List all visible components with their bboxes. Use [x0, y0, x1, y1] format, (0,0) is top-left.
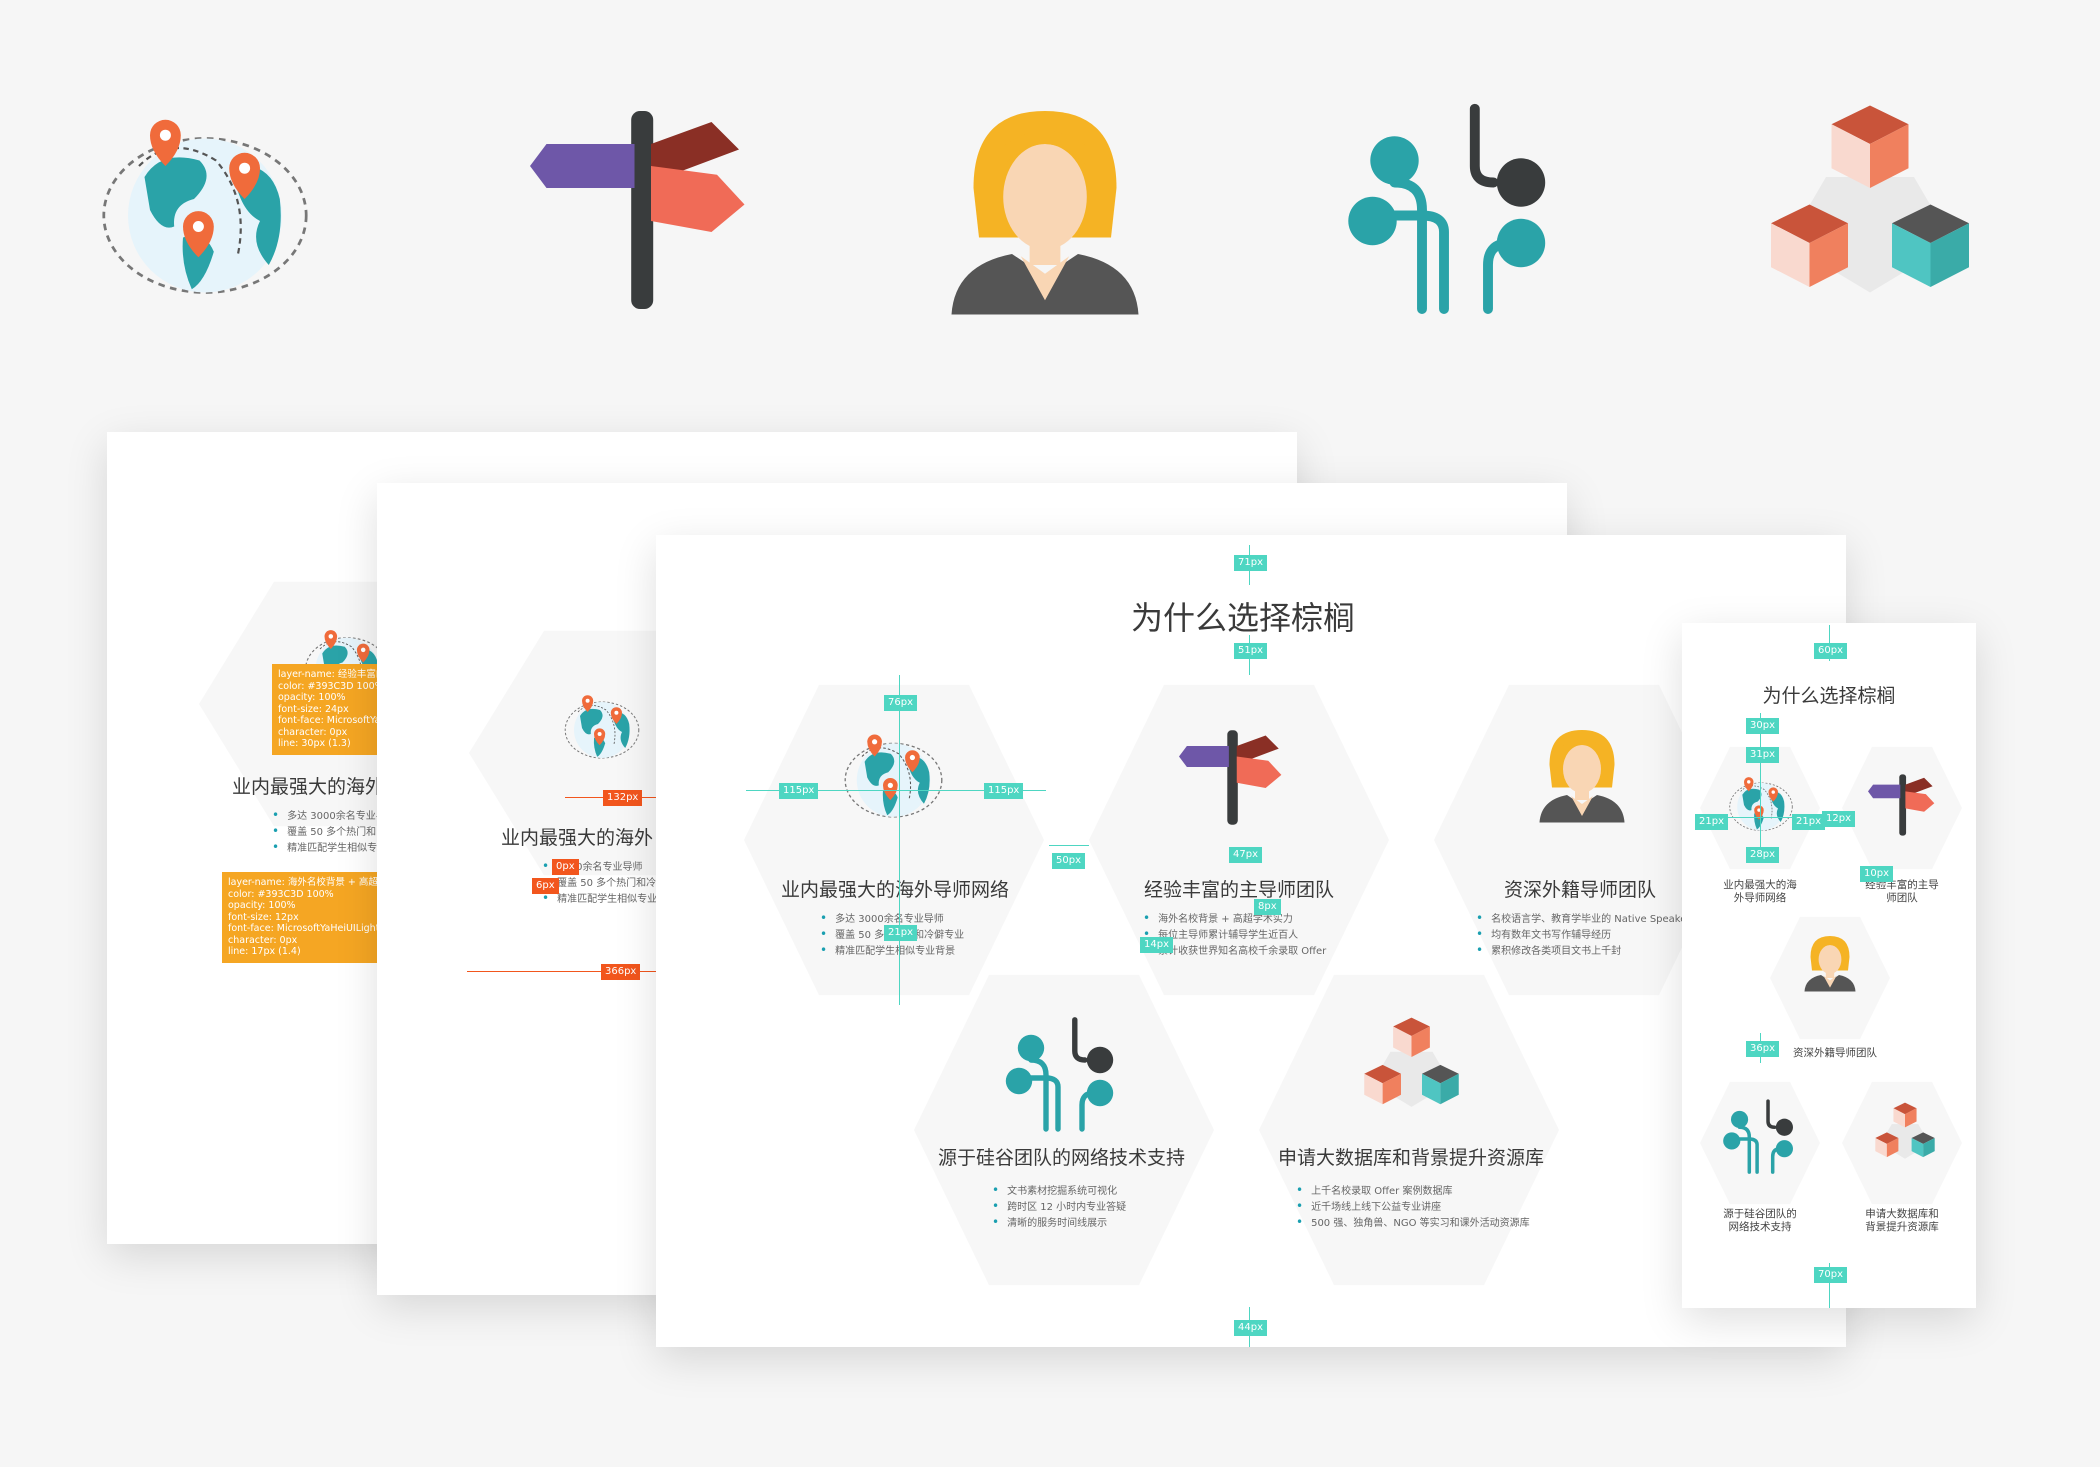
bullet-item: 清晰的服务时间线展示 — [992, 1215, 1126, 1231]
feature-title: 资深外籍导师团队 — [1793, 1047, 1877, 1059]
bullet-item: 累积修改各类项目文书上千封 — [1476, 943, 1691, 959]
mentor-avatar-icon — [1800, 933, 1860, 993]
measure-tag: 28px — [1746, 847, 1779, 863]
feature-bullets: 名校语言学、教育学毕业的 Native Speaker 均有数年文书写作辅导经历… — [1476, 911, 1691, 959]
feature-bullets: 上千名校录取 Offer 案例数据库 近千场线上线下公益专业讲座 500 强、独… — [1296, 1183, 1530, 1231]
measure-tag: 31px — [1746, 747, 1779, 763]
bullet-item: 海外名校背景 + 高超学术实力 — [1143, 911, 1326, 927]
measure-guide — [1760, 713, 1761, 863]
measure-tag: 36px — [1746, 1041, 1779, 1057]
icon-showcase-row — [0, 0, 2100, 340]
circuit-tree-icon — [1345, 100, 1565, 320]
circuit-tree-icon — [1004, 1015, 1124, 1135]
measure-tag: 21px — [1792, 814, 1825, 830]
globe-map-icon — [562, 688, 642, 768]
globe-map-icon — [1727, 771, 1795, 839]
measure-tag: 21px — [884, 925, 917, 941]
measure-tag: 14px — [1140, 937, 1173, 953]
feature-title: 业内最强大的海外 — [232, 776, 385, 798]
bullet-item: 文书素材挖掘系统可视化 — [992, 1183, 1126, 1199]
measure-tag: 60px — [1814, 643, 1847, 659]
feature-bullets: 多达 3000余名专业导 覆盖 50 多个热门和 精准匹配学生相似专 — [272, 808, 386, 856]
bullet-item: 均有数年文书写作辅导经历 — [1476, 927, 1691, 943]
spec-annotation: layer-name: 海外名校背景 + 高超学 color: #393C3D … — [222, 872, 394, 963]
measure-tag: 50px — [1052, 853, 1085, 869]
measure-guide — [1049, 845, 1089, 846]
feature-title: 源于硅谷团队的网络技术支持 — [938, 1147, 1186, 1169]
bullet-item: 上千名校录取 Offer 案例数据库 — [1296, 1183, 1530, 1199]
measure-tag: 0px — [552, 859, 579, 875]
mentor-avatar-icon — [1532, 725, 1632, 825]
measure-tag: 115px — [984, 783, 1024, 799]
mentor-avatar-icon — [935, 100, 1155, 320]
measure-tag: 71px — [1234, 555, 1267, 571]
signpost-icon — [1868, 771, 1936, 839]
desktop-design-card: 为什么选择棕榈 业内最强大的海外导师网络 经验丰富的主导师团队 资深外籍导师团队… — [656, 535, 1846, 1347]
measure-tag: 6px — [532, 878, 559, 894]
globe-map-icon — [95, 100, 315, 320]
spec-annotation: layer-name: 经验丰富的 color: #393C3D 100% op… — [272, 664, 394, 755]
bullet-item: 跨时区 12 小时内专业答疑 — [992, 1199, 1126, 1215]
feature-title: 源于硅谷团队的 网络技术支持 — [1723, 1208, 1797, 1233]
feature-title: 经验丰富的主导 师团队 — [1865, 879, 1939, 904]
bullet-item: 精准匹配学生相似专 — [272, 840, 386, 856]
bullet-item: 精准匹配学生相似专业 — [542, 891, 657, 907]
measure-tag: 12px — [1822, 811, 1855, 827]
bullet-item: 多达 3000余名专业导 — [272, 808, 386, 824]
mobile-design-card: 为什么选择棕榈 业内最强大的海 外导师网络 经验丰富的主导 师团队 资深外籍导师… — [1682, 623, 1976, 1308]
bullet-item: 500 强、独角兽、NGO 等实习和课外活动资源库 — [1296, 1215, 1530, 1231]
bullet-item: 覆盖 50 多个热门和冷 — [542, 875, 657, 891]
feature-title: 申请大数据库和背景提升资源库 — [1278, 1147, 1545, 1169]
feature-title: 业内最强大的海 外导师网络 — [1723, 879, 1797, 904]
bullet-item: 精准匹配学生相似专业背景 — [820, 943, 964, 959]
bullet-item: 覆盖 50 多个热门和 — [272, 824, 386, 840]
bullet-item: 近千场线上线下公益专业讲座 — [1296, 1199, 1530, 1215]
measure-tag: 44px — [1234, 1320, 1267, 1336]
measure-tag: 47px — [1229, 847, 1262, 863]
feature-title: 业内最强大的海外导师网络 — [781, 879, 1010, 901]
feature-title: 资深外籍导师团队 — [1504, 879, 1657, 901]
globe-map-icon — [841, 725, 946, 830]
measure-tag: 30px — [1746, 718, 1779, 734]
measure-tag: 51px — [1234, 643, 1267, 659]
cubes-icon — [1359, 1015, 1464, 1120]
page-title: 为什么选择棕榈 — [1762, 685, 1896, 707]
page-title: 为什么选择棕榈 — [1131, 599, 1356, 637]
measure-tag: 70px — [1814, 1267, 1847, 1283]
signpost-icon — [1179, 725, 1284, 830]
feature-title: 申请大数据库和 背景提升资源库 — [1865, 1208, 1939, 1233]
cubes-icon — [1760, 100, 1980, 320]
measure-tag: 76px — [884, 695, 917, 711]
measure-tag: 8px — [1254, 899, 1281, 915]
feature-bullets: 文书素材挖掘系统可视化 跨时区 12 小时内专业答疑 清晰的服务时间线展示 — [992, 1183, 1126, 1231]
measure-guide — [899, 675, 900, 1005]
bullet-item: 名校语言学、教育学毕业的 Native Speaker — [1476, 911, 1690, 927]
measure-tag: 21px — [1695, 814, 1728, 830]
measure-tag: 366px — [601, 964, 641, 980]
feature-title: 经验丰富的主导师团队 — [1144, 879, 1335, 901]
feature-title: 业内最强大的海外 — [501, 827, 654, 849]
measure-tag: 10px — [1860, 866, 1893, 882]
signpost-icon — [530, 100, 750, 320]
cubes-icon — [1872, 1101, 1938, 1167]
measure-tag: 132px — [603, 790, 643, 806]
circuit-tree-icon — [1722, 1098, 1800, 1176]
measure-tag: 115px — [779, 783, 819, 799]
